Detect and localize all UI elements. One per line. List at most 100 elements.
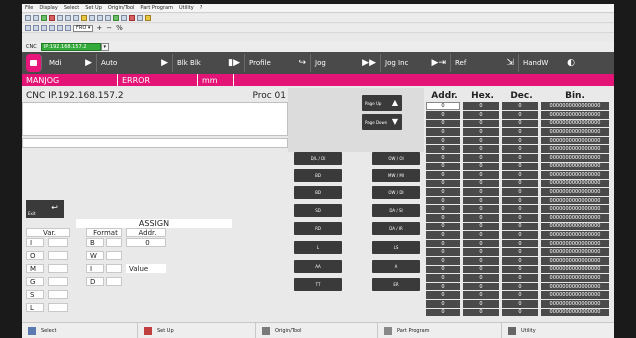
register-addr-cell[interactable]: 0: [426, 136, 460, 145]
format-button[interactable]: D: [86, 277, 104, 286]
variable-key-button[interactable]: OW / DI: [372, 186, 420, 199]
variable-key-button[interactable]: A: [372, 260, 420, 273]
register-addr-cell[interactable]: 0: [426, 300, 460, 308]
var-type-button[interactable]: I: [26, 238, 44, 247]
variable-key-button[interactable]: BD: [294, 186, 342, 199]
register-addr-cell[interactable]: 0: [426, 291, 460, 299]
mdi-icon[interactable]: [26, 54, 42, 72]
var-type-button[interactable]: O: [26, 251, 44, 260]
format-button[interactable]: I: [86, 264, 104, 273]
gear-icon[interactable]: [137, 15, 143, 21]
register-addr-cell[interactable]: 0: [426, 248, 460, 257]
variable-key-button[interactable]: D/L / DI: [294, 152, 342, 165]
var-index-cell[interactable]: [48, 238, 68, 247]
variable-key-button[interactable]: DA / SI: [372, 204, 420, 217]
register-addr-cell[interactable]: 0: [426, 128, 460, 136]
run-icon[interactable]: [113, 15, 119, 21]
variable-key-button[interactable]: AA: [294, 260, 342, 273]
register-addr-cell[interactable]: 0: [426, 110, 460, 119]
stop-icon[interactable]: [129, 15, 135, 21]
register-addr-cell[interactable]: 0: [426, 145, 460, 153]
print-icon[interactable]: [65, 25, 71, 31]
feed-rate-override-select[interactable]: FRO ▾: [73, 24, 94, 32]
var-index-cell[interactable]: [48, 277, 68, 286]
variable-key-button[interactable]: BD: [294, 169, 342, 182]
menu-item[interactable]: File: [25, 5, 33, 11]
register-addr-cell[interactable]: 0: [426, 274, 460, 282]
register-addr-cell[interactable]: 0: [426, 265, 460, 274]
origin-tool-menu-button[interactable]: Origin/Tool: [256, 322, 378, 338]
step-icon[interactable]: [33, 25, 39, 31]
record-icon[interactable]: [49, 15, 55, 21]
register-addr-cell[interactable]: 0: [426, 119, 460, 128]
format-option-cell[interactable]: [106, 277, 122, 286]
check-icon[interactable]: [41, 15, 47, 21]
register-addr-cell[interactable]: 0: [426, 231, 460, 239]
menu-item[interactable]: Utility: [179, 5, 194, 11]
mode-profile-button[interactable]: Profile ↪: [245, 54, 311, 72]
graph-icon[interactable]: [73, 15, 79, 21]
mode-auto-button[interactable]: Auto ▶: [97, 54, 173, 72]
variable-key-button[interactable]: TT: [294, 278, 342, 291]
mode-block-button[interactable]: Blk Blk ▮▶: [173, 54, 245, 72]
utility-menu-button[interactable]: Utility: [502, 323, 614, 338]
format-button[interactable]: B: [86, 238, 104, 247]
register-addr-cell[interactable]: 0: [426, 171, 460, 179]
mode-handwheel-button[interactable]: HandW ◐: [519, 54, 579, 72]
mode-mdi-button[interactable]: Mdi ▶: [45, 54, 97, 72]
menu-item[interactable]: Set Up: [85, 5, 102, 11]
variable-key-button[interactable]: ER: [372, 278, 420, 291]
chevron-down-icon[interactable]: ▾: [100, 42, 109, 51]
register-addr-cell[interactable]: 0: [426, 188, 460, 196]
setup-menu-button[interactable]: Set Up: [138, 322, 256, 338]
var-type-button[interactable]: L: [26, 303, 44, 312]
variable-key-button[interactable]: RD: [294, 222, 342, 235]
page-up-button[interactable]: Page Up ▲: [362, 95, 402, 111]
menu-item[interactable]: Select: [64, 5, 79, 11]
menu-item[interactable]: Part Program: [140, 5, 173, 11]
increase-button[interactable]: +: [96, 24, 102, 32]
register-addr-cell[interactable]: 0: [426, 205, 460, 214]
variable-key-button[interactable]: SD: [294, 204, 342, 217]
var-type-button[interactable]: M: [26, 264, 44, 273]
register-addr-cell[interactable]: 0: [426, 153, 460, 162]
variable-key-button[interactable]: LS: [372, 241, 420, 254]
arrow-icon[interactable]: [25, 25, 31, 31]
axes-icon[interactable]: [89, 15, 95, 21]
format-option-cell[interactable]: [106, 251, 122, 260]
display-icon[interactable]: [25, 15, 31, 21]
var-type-button[interactable]: S: [26, 290, 44, 299]
format-button[interactable]: W: [86, 251, 104, 260]
exit-button[interactable]: Exit ↩: [26, 200, 64, 218]
format-option-cell[interactable]: [106, 238, 122, 247]
tool-icon[interactable]: [145, 15, 151, 21]
register-addr-cell[interactable]: 0: [426, 214, 460, 222]
zoom-icon[interactable]: [97, 15, 103, 21]
register-addr-cell[interactable]: 0: [426, 239, 460, 248]
table-icon[interactable]: [65, 15, 71, 21]
variable-key-button[interactable]: L: [294, 241, 342, 254]
variable-key-button[interactable]: DA / IR: [372, 222, 420, 235]
register-addr-cell[interactable]: 0: [426, 308, 460, 317]
var-index-cell[interactable]: [48, 303, 68, 312]
menu-item[interactable]: ?: [200, 5, 203, 11]
register-addr-cell[interactable]: 0: [426, 179, 460, 188]
folder-icon[interactable]: [33, 15, 39, 21]
grid-icon[interactable]: [57, 15, 63, 21]
register-addr-cell[interactable]: 0: [426, 196, 460, 205]
register-addr-cell[interactable]: 0: [426, 102, 460, 110]
register-addr-cell[interactable]: 0: [426, 257, 460, 265]
settings-icon[interactable]: [121, 15, 127, 21]
cut-icon[interactable]: [57, 25, 63, 31]
percent-button[interactable]: %: [116, 24, 123, 32]
select-menu-button[interactable]: Select: [22, 322, 138, 338]
var-index-cell[interactable]: [48, 290, 68, 299]
view-icon[interactable]: [105, 15, 111, 21]
copy-icon[interactable]: [41, 25, 47, 31]
menu-item[interactable]: Display: [39, 5, 57, 11]
mode-jog-button[interactable]: Jog ▶▶: [311, 54, 381, 72]
register-addr-cell[interactable]: 0: [426, 282, 460, 291]
variable-key-button[interactable]: OW / OI: [372, 152, 420, 165]
cnc-ip-select[interactable]: IP:192.168.157.2: [40, 42, 101, 51]
part-program-menu-button[interactable]: Part Program: [378, 322, 502, 338]
